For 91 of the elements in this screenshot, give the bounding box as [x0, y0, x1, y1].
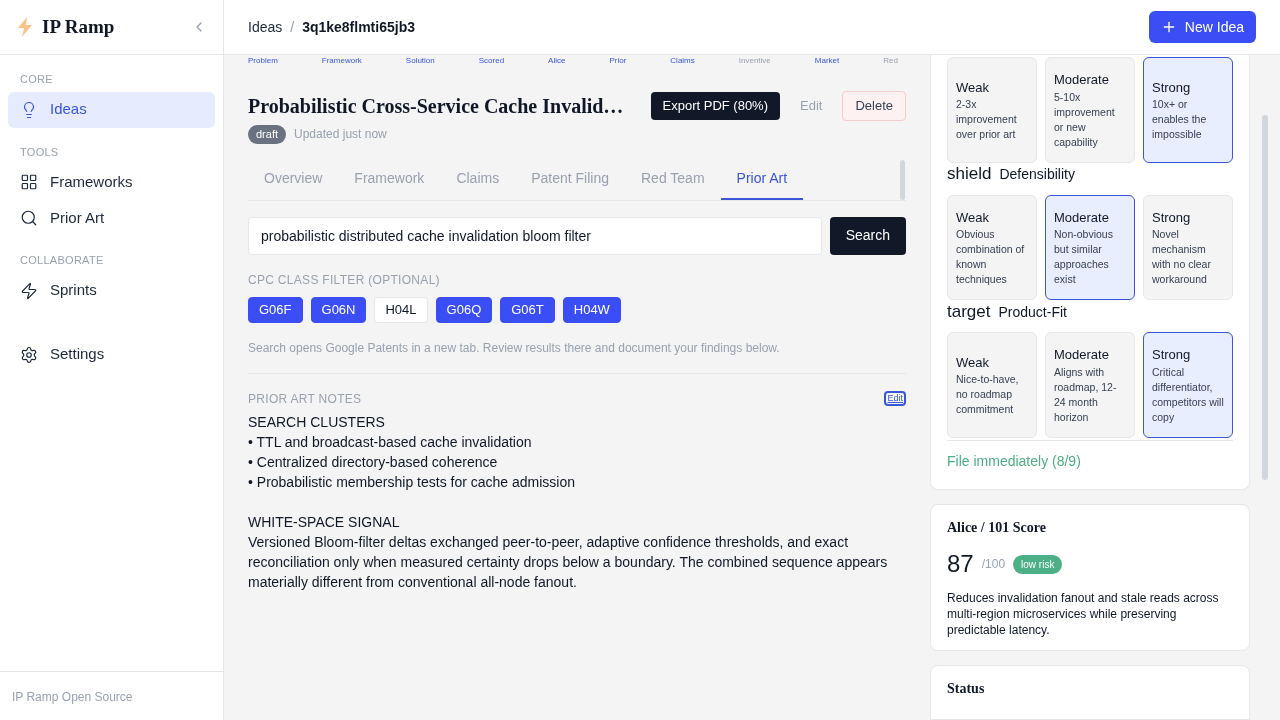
option-level: Moderate: [1054, 71, 1110, 89]
progress-step[interactable]: Problem: [248, 55, 278, 67]
notes-line: • TTL and broadcast-based cache invalidation: [248, 432, 533, 452]
brand-name: IP Ramp: [42, 14, 115, 39]
option-level: Strong: [1152, 346, 1192, 364]
criterion-title: Defensibility: [999, 165, 1075, 184]
rating-option[interactable]: Weak 2-3x improvement over prior art: [947, 57, 1037, 163]
cpc-class-chip[interactable]: H04W: [562, 296, 621, 323]
card-title: Status: [947, 680, 986, 698]
score-max: /100: [981, 556, 1006, 573]
icon-name-text: shield: [947, 163, 992, 185]
icon-name-text: target: [947, 300, 991, 323]
notes-line: Versioned Bloom-filter deltas exchanged peer-to-peer, adaptive confidence thresholds, and exact reconciliation only when measured certainty drops below a boundary. The combined sequence appears materially different from conventional all-node fanout.: [248, 532, 889, 592]
rating-option[interactable]: Strong 10x+ or enables the impossible: [1143, 57, 1233, 163]
progress-step[interactable]: Prior: [609, 55, 627, 67]
breadcrumb-item[interactable]: Ideas: [248, 16, 283, 38]
notes-line: WHITE-SPACE SIGNAL: [248, 512, 401, 532]
settings-icon: [20, 345, 38, 364]
option-level: Weak: [956, 353, 990, 372]
breadcrumb-separator: /: [290, 17, 295, 37]
score-summary: Reduces invalidation fanout and stale reads across multi-region microservices while preserving predictable latency.: [947, 590, 1220, 638]
filter-label: CPC CLASS FILTER (OPTIONAL): [248, 271, 441, 289]
updated-text: Updated just now: [294, 126, 387, 144]
section-title: COLLABORATE: [19, 253, 105, 268]
notes-edit-button[interactable]: Edit: [884, 391, 906, 406]
card-title: Alice / 101 Score: [947, 519, 1047, 537]
cpc-class-chip[interactable]: G06T: [500, 296, 555, 323]
search-icon: [20, 209, 38, 227]
notes-label: PRIOR ART NOTES: [248, 390, 362, 408]
scrollbar[interactable]: [1262, 115, 1268, 480]
cpc-class-chip[interactable]: H04L: [374, 296, 428, 323]
progress-step[interactable]: Alice: [548, 55, 566, 67]
option-level: Weak: [956, 208, 990, 227]
option-description: Novel mechanism with no clear workaround: [1152, 227, 1212, 287]
rating-option[interactable]: Strong Critical differentiator, competitors will copy: [1143, 332, 1233, 438]
lightning-logo-icon: [16, 17, 34, 37]
scrollbar[interactable]: [900, 159, 905, 200]
option-description: Critical differentiator, competitors will copy: [1152, 364, 1224, 425]
hint-text: Search opens Google Patents in a new tab. Review results there and document your findings below.: [248, 339, 781, 357]
sidebar-item[interactable]: Settings: [8, 336, 215, 373]
notes-line: • Probabilistic membership tests for cache admission: [248, 472, 577, 492]
progress-step[interactable]: Market: [814, 55, 840, 67]
delete-button[interactable]: Delete: [842, 91, 906, 121]
section-title: CORE: [19, 72, 54, 87]
option-description: 5-10x improvement or new capability: [1054, 89, 1116, 150]
sidebar-item[interactable]: Ideas: [8, 91, 215, 128]
tab[interactable]: Prior Art: [720, 159, 804, 200]
risk-badge: low risk: [1013, 554, 1063, 574]
option-level: Moderate: [1054, 346, 1110, 364]
option-description: Non-obvious but similar approaches exist: [1054, 227, 1114, 287]
option-description: 2-3x improvement over prior art: [956, 97, 1018, 142]
score-value: 87: [947, 549, 974, 579]
option-level: Weak: [956, 78, 990, 97]
search-field[interactable]: probabilistic distributed cache invalidation bloom filter: [248, 216, 822, 255]
rating-option[interactable]: Weak Nice-to-have, no roadmap commitment: [947, 332, 1037, 438]
rating-option[interactable]: Moderate 5-10x improvement or new capability: [1045, 57, 1135, 163]
rating-option[interactable]: Weak Obvious combination of known techniques: [947, 194, 1037, 300]
progress-step[interactable]: Framework: [321, 55, 362, 67]
option-level: Strong: [1152, 78, 1192, 97]
section-title: TOOLS: [19, 144, 60, 160]
export-pdf-button[interactable]: Export PDF (80%): [650, 92, 780, 120]
rating-option[interactable]: Strong Novel mechanism with no clear workaround: [1143, 194, 1233, 300]
option-description: 10x+ or enables the impossible: [1152, 97, 1208, 142]
sidebar-item[interactable]: Prior Art: [8, 200, 215, 236]
footer-text: IP Ramp Open Source: [12, 690, 133, 704]
status-badge: draft: [248, 125, 286, 144]
rating-option[interactable]: Moderate Aligns with roadmap, 12-24 month horizon: [1045, 332, 1135, 438]
idea-title: Probabilistic Cross-Service Cache Invalid…: [248, 94, 624, 119]
rating-option[interactable]: Moderate Non-obvious but similar approaches exist: [1045, 194, 1135, 300]
option-description: Aligns with roadmap, 12-24 month horizon: [1054, 364, 1118, 425]
option-level: Moderate: [1054, 208, 1110, 227]
sidebar-item[interactable]: Frameworks: [8, 164, 215, 200]
verdict-text: File immediately (8/9): [947, 453, 1081, 469]
sidebar-item[interactable]: Sprints: [8, 272, 215, 309]
lightning-icon: [20, 281, 38, 300]
option-description: Nice-to-have, no roadmap commitment: [956, 372, 1020, 417]
new-idea-button[interactable]: New Idea: [1148, 11, 1256, 43]
notes-line: SEARCH CLUSTERS: [248, 412, 386, 432]
criterion-title: Product-Fit: [998, 302, 1067, 322]
progress-step[interactable]: Claims: [670, 55, 695, 67]
grid-icon: [20, 173, 38, 191]
cpc-class-chip[interactable]: G06Q: [435, 296, 493, 323]
cpc-class-chip[interactable]: G06F: [248, 296, 303, 323]
progress-step[interactable]: Scored: [478, 55, 505, 67]
cpc-class-chip[interactable]: G06N: [310, 296, 367, 323]
notes-line: • Centralized directory-based coherence: [248, 452, 499, 472]
option-description: Obvious combination of known techniques: [956, 227, 1026, 287]
search-button[interactable]: Search: [829, 216, 906, 255]
option-level: Strong: [1152, 208, 1192, 227]
breadcrumb-item: 3q1ke8flmti65jb3: [302, 17, 415, 37]
progress-step[interactable]: Solution: [405, 55, 435, 67]
